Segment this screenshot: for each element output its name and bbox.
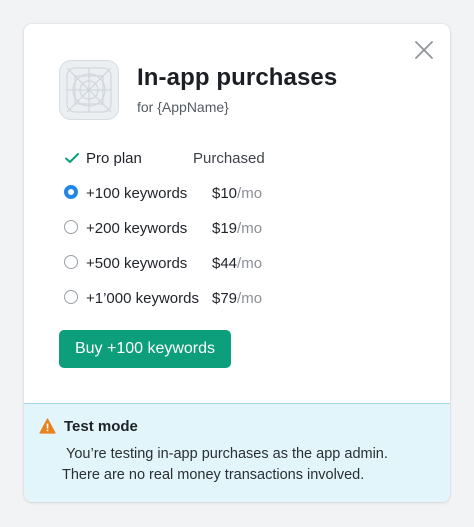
plan-option-100[interactable]: +100 keywords $10/mo [64,183,264,205]
plan-row-pro: Pro plan Purchased [64,148,265,170]
notice-title: Test mode [64,418,138,435]
buy-button[interactable]: Buy +100 keywords [59,330,231,368]
plan-price: $44/mo [212,255,263,272]
checkmark-icon [64,150,80,166]
notice-line-1: You’re testing in-app purchases as the a… [66,446,388,462]
warning-triangle-icon [39,418,56,434]
plan-option-500[interactable]: +500 keywords $44/mo [64,253,264,275]
plan-option-1000[interactable]: +1’000 keywords $79/mo [64,288,264,310]
plan-label: +200 keywords [86,220,188,237]
dialog-title: In-app purchases [137,64,338,91]
radio-unselected[interactable] [64,255,78,269]
plan-label: +100 keywords [86,185,188,202]
radio-unselected[interactable] [64,290,78,304]
plan-label: +1’000 keywords [86,290,199,307]
plan-option-200[interactable]: +200 keywords $19/mo [64,218,264,240]
plan-price: $10/mo [212,185,263,202]
plan-label: Pro plan [86,150,142,167]
app-placeholder-icon [59,60,119,120]
dialog-subtitle: for {AppName} [137,99,229,115]
radio-selected[interactable] [64,185,78,199]
plan-label: +500 keywords [86,255,188,272]
notice-line-2: There are no real money transactions inv… [62,467,365,483]
plan-price: $79/mo [212,290,263,307]
radio-unselected[interactable] [64,220,78,234]
in-app-purchases-dialog: In-app purchases for {AppName} Pro plan … [24,24,450,502]
test-mode-notice: Test mode You’re testing in-app purchase… [24,403,450,502]
plan-price: $19/mo [212,220,263,237]
close-icon[interactable] [412,38,436,62]
plan-status: Purchased [193,150,265,167]
